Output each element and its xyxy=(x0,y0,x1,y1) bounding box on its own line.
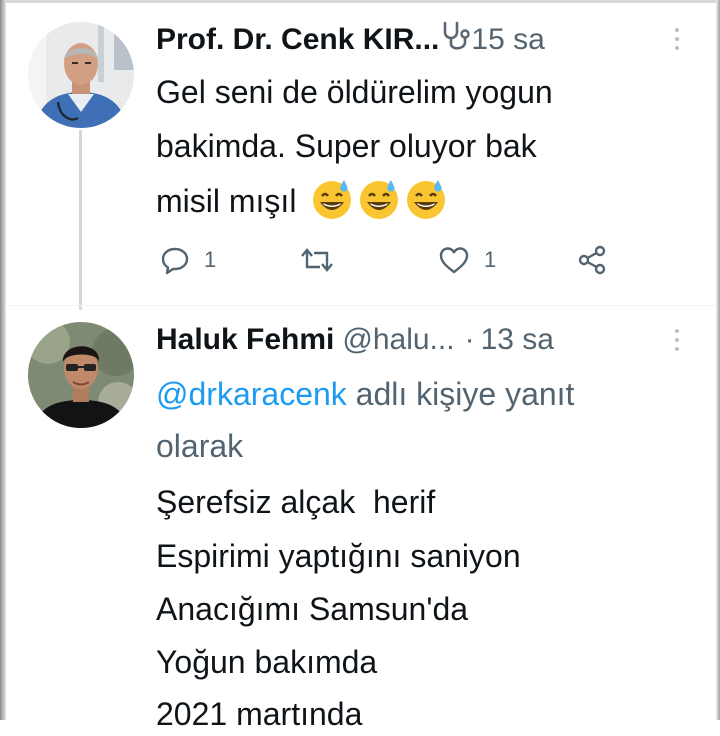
tweet-1-text-line-2: bakimda. Super oluyor bak xyxy=(156,128,537,164)
screen-edge-right xyxy=(716,0,720,720)
tweet-2-text-line-2: Espirimi yaptığını saniyon xyxy=(156,538,521,574)
reply-count: 1 xyxy=(204,247,217,272)
reply-button[interactable]: 1 xyxy=(160,238,216,282)
more-options-icon[interactable] xyxy=(672,28,682,55)
share-button[interactable] xyxy=(576,238,608,282)
stethoscope-icon xyxy=(441,20,471,60)
tweet-1-text-line-3: misil mışıl xyxy=(156,178,452,223)
screen-edge-left xyxy=(0,0,6,720)
tweet-2-header: Haluk Fehmi @halu... · 13 sa xyxy=(156,320,554,360)
tweet-1-action-bar: 1 1 xyxy=(156,238,616,282)
like-count: 1 xyxy=(484,247,497,272)
tweet-time[interactable]: 13 sa xyxy=(481,323,554,357)
reply-to-line-1: @drkaracenk adlı kişiye yanıt xyxy=(156,372,574,416)
thread-connector-line xyxy=(79,130,82,310)
reply-icon xyxy=(160,245,190,275)
tweet-2-text-line-4: Yoğun bakımda xyxy=(156,644,378,680)
retweet-icon xyxy=(300,245,334,275)
separator-dot: · xyxy=(464,323,475,356)
reply-to-mention-link[interactable]: @drkaracenk xyxy=(156,376,347,412)
reply-to-line-2: olarak xyxy=(156,428,244,464)
tweet-1-text-line-1: Gel seni de öldürelim yogun xyxy=(156,74,553,110)
grinning-face-with-sweat-emoji xyxy=(405,178,447,220)
tweet-1-text-line-3-text: misil mışıl xyxy=(156,183,297,219)
share-icon xyxy=(576,244,608,276)
grinning-face-with-sweat-emoji xyxy=(311,178,353,220)
tweet-2-text-line-1: Şerefsiz alçak herif xyxy=(156,484,436,520)
retweet-button[interactable] xyxy=(300,238,348,282)
avatar-cenk[interactable] xyxy=(28,22,134,128)
tweet-1-header: Prof. Dr. Cenk KIR... 15 sa xyxy=(156,20,545,60)
tweet-divider xyxy=(6,305,716,306)
author-name[interactable]: Prof. Dr. Cenk KIR... xyxy=(156,23,439,57)
grinning-face-with-sweat-emoji xyxy=(358,178,400,220)
avatar-haluk[interactable] xyxy=(28,322,134,428)
like-button[interactable]: 1 xyxy=(438,238,496,282)
heart-icon xyxy=(438,245,470,275)
tweet-2-text-line-3: Anacığımı Samsun'da xyxy=(156,591,469,627)
tweet-time[interactable]: 15 sa xyxy=(471,23,544,57)
screen-edge-top xyxy=(0,0,720,3)
reply-to-suffix: adlı kişiye yanıt xyxy=(346,376,575,412)
author-name[interactable]: Haluk Fehmi xyxy=(156,323,334,357)
tweet-2-text-line-5: 2021 martında xyxy=(156,696,363,732)
author-handle[interactable]: @halu... xyxy=(342,323,454,357)
more-options-icon[interactable] xyxy=(672,329,682,356)
